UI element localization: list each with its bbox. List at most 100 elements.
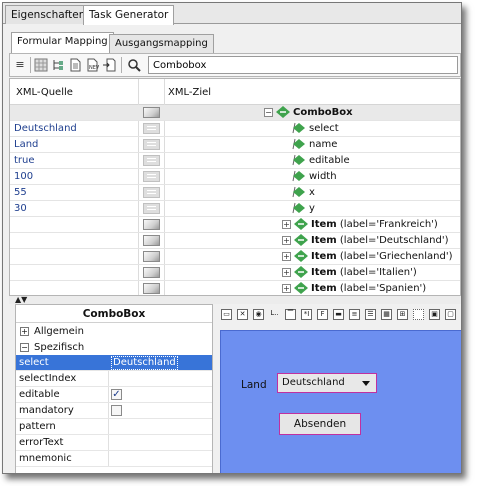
- panel-tool-icon[interactable]: ▢: [445, 309, 456, 320]
- splitter-arrows-icon[interactable]: ▲▼: [15, 296, 27, 304]
- textfield-tool-icon[interactable]: ▔: [285, 309, 296, 320]
- import-icon[interactable]: [102, 58, 116, 72]
- tab-eigenschaften[interactable]: Eigenschaften: [5, 5, 92, 24]
- mapping-button[interactable]: [143, 219, 160, 230]
- country-combobox[interactable]: Deutschland: [277, 373, 377, 393]
- grid-icon[interactable]: [34, 58, 48, 72]
- tree-node-leaf[interactable]: name: [292, 138, 337, 150]
- tree-icon[interactable]: [51, 58, 65, 72]
- table-row[interactable]: 30 y: [10, 201, 460, 217]
- expand-icon[interactable]: +: [282, 235, 291, 245]
- mapping-button[interactable]: [143, 139, 160, 150]
- property-row-mandatory[interactable]: mandatory: [16, 403, 212, 419]
- table-tool-icon[interactable]: ▦: [381, 309, 392, 320]
- tree-node-item[interactable]: + Item (label='Griechenland'): [282, 250, 452, 262]
- collapse-icon[interactable]: −: [20, 342, 29, 352]
- selection-tool-icon[interactable]: [413, 309, 424, 320]
- tree-node-leaf[interactable]: width: [292, 170, 337, 182]
- expand-icon[interactable]: +: [282, 251, 291, 261]
- table-row[interactable]: + Item (label='Frankreich'): [10, 217, 460, 233]
- attribute-node-icon: [292, 122, 306, 134]
- list-tool-icon[interactable]: ☰: [365, 309, 376, 320]
- form-tool-icon[interactable]: F: [317, 309, 328, 320]
- tree-tool-icon[interactable]: ⊞: [397, 309, 408, 320]
- mapping-toolbar: ≡ NEW: [9, 53, 461, 77]
- mapping-button[interactable]: [143, 267, 160, 278]
- label-tool-icon[interactable]: L..: [269, 309, 280, 320]
- table-row[interactable]: Deutschland select: [10, 121, 460, 137]
- panel-splitter[interactable]: ▲▼: [9, 296, 461, 304]
- source-value: 30: [14, 203, 27, 214]
- tree-node-item[interactable]: + Item (label='Frankreich'): [282, 218, 438, 230]
- expand-icon[interactable]: +: [282, 283, 291, 293]
- tree-node-leaf[interactable]: x: [292, 186, 315, 198]
- editable-checkbox[interactable]: ✓: [111, 389, 122, 400]
- source-value: Deutschland: [14, 123, 77, 134]
- property-row-errortext[interactable]: errorText: [16, 435, 212, 451]
- radio-tool-icon[interactable]: ◉: [253, 309, 264, 320]
- mapping-button[interactable]: [143, 171, 160, 182]
- table-row[interactable]: 55 x: [10, 185, 460, 201]
- property-row-mnemonic[interactable]: mnemonic: [16, 451, 212, 467]
- tree-node-item[interactable]: + Item (label='Deutschland'): [282, 234, 449, 246]
- mapping-button[interactable]: [143, 235, 160, 246]
- column-header-target[interactable]: XML-Ziel: [168, 87, 211, 98]
- collapse-icon[interactable]: −: [264, 107, 273, 117]
- tab-task-generator[interactable]: Task Generator: [83, 5, 175, 25]
- tree-node-item[interactable]: + Item (label='Spanien'): [282, 282, 426, 294]
- property-row-editable[interactable]: editable ✓: [16, 387, 212, 403]
- dropdown-arrow-icon[interactable]: [362, 381, 370, 386]
- field-tool-icon[interactable]: *I: [301, 309, 312, 320]
- property-row-pattern[interactable]: pattern: [16, 419, 212, 435]
- column-header-source[interactable]: XML-Quelle: [16, 87, 73, 98]
- tree-node-leaf[interactable]: select: [292, 122, 339, 134]
- absenden-button[interactable]: Absenden: [279, 413, 361, 435]
- textarea-tool-icon[interactable]: ≡: [349, 309, 360, 320]
- search-icon[interactable]: [127, 58, 141, 72]
- property-row-select[interactable]: select Deutschland: [16, 355, 212, 371]
- design-canvas[interactable]: Land Deutschland Absenden: [220, 330, 461, 473]
- tab-formular-mapping[interactable]: Formular Mapping: [11, 32, 114, 53]
- button-tool-icon[interactable]: ▬: [333, 309, 344, 320]
- mapping-button[interactable]: [143, 107, 160, 118]
- tree-node-label: y: [309, 202, 315, 214]
- table-row[interactable]: true editable: [10, 153, 460, 169]
- mapping-button[interactable]: [143, 155, 160, 166]
- table-row[interactable]: + Item (label='Italien'): [10, 265, 460, 281]
- mapping-button[interactable]: [143, 187, 160, 198]
- tree-node-item[interactable]: + Item (label='Italien'): [282, 266, 417, 278]
- document-icon[interactable]: [68, 58, 82, 72]
- tab-ausgangsmapping[interactable]: Ausgangsmapping: [109, 34, 214, 53]
- mapping-button[interactable]: [143, 251, 160, 262]
- table-row[interactable]: + Item (label='Spanien'): [10, 281, 460, 295]
- group-allgemein[interactable]: + Allgemein: [16, 323, 212, 339]
- property-value-input[interactable]: Deutschland: [111, 356, 178, 370]
- expand-icon[interactable]: +: [20, 326, 29, 336]
- table-row[interactable]: + Item (label='Griechenland'): [10, 249, 460, 265]
- group-label: Allgemein: [34, 325, 84, 337]
- table-row[interactable]: − ComboBox: [10, 105, 460, 121]
- source-value: Land: [14, 139, 39, 150]
- rectangle-tool-icon[interactable]: ▭: [221, 309, 232, 320]
- element-node-icon: [294, 266, 308, 278]
- mapping-button[interactable]: [143, 203, 160, 214]
- table-row[interactable]: 100 width: [10, 169, 460, 185]
- group-label: Spezifisch: [34, 341, 85, 353]
- group-spezifisch[interactable]: − Spezifisch: [16, 339, 212, 355]
- image-tool-icon[interactable]: ▣: [429, 309, 440, 320]
- expand-icon[interactable]: +: [282, 219, 291, 229]
- expand-icon[interactable]: +: [282, 267, 291, 277]
- checkbox-tool-icon[interactable]: ✕: [237, 309, 248, 320]
- search-input[interactable]: [148, 56, 458, 74]
- mapping-button[interactable]: [143, 283, 160, 294]
- new-document-icon[interactable]: NEW: [85, 58, 101, 72]
- property-row-selectindex[interactable]: selectIndex: [16, 371, 212, 387]
- tree-node-leaf[interactable]: editable: [292, 154, 350, 166]
- table-row[interactable]: Land name: [10, 137, 460, 153]
- mandatory-checkbox[interactable]: [111, 405, 122, 416]
- mapping-button[interactable]: [143, 123, 160, 134]
- table-row[interactable]: + Item (label='Deutschland'): [10, 233, 460, 249]
- list-icon[interactable]: ≡: [13, 58, 27, 72]
- tree-node-root[interactable]: − ComboBox: [264, 106, 353, 118]
- tree-node-leaf[interactable]: y: [292, 202, 315, 214]
